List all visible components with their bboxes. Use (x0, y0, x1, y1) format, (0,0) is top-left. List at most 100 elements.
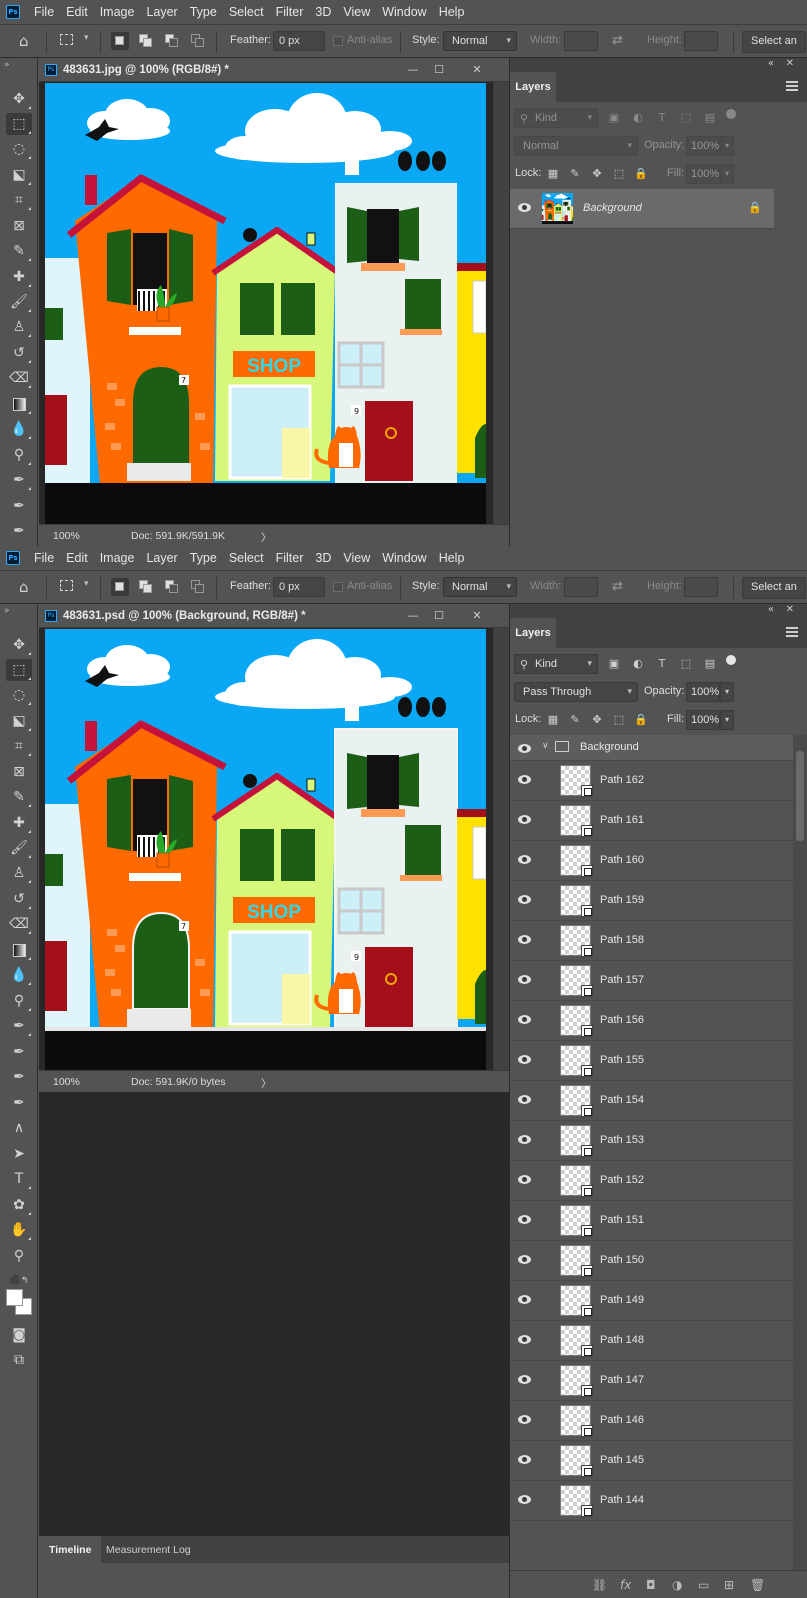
dodge-tool-icon[interactable]: ⚲ (6, 444, 32, 466)
pen-tool-icon[interactable]: ✒ (6, 469, 32, 491)
document-tab[interactable]: Ps 483631.psd @ 100% (Background, RGB/8#… (39, 604, 509, 628)
collapse-icon[interactable]: » (4, 606, 10, 616)
lock-all-icon[interactable]: 🔒 (634, 167, 648, 181)
layer-row[interactable]: Path 150 (510, 1241, 793, 1281)
lock-transparent-icon[interactable]: ▦ (546, 167, 560, 181)
menu-file[interactable]: File (34, 5, 54, 19)
menu-3d[interactable]: 3D (315, 551, 331, 565)
type-filter-icon[interactable]: T (654, 656, 670, 672)
link-layers-icon[interactable]: ⛓ (592, 1578, 607, 1592)
layer-row[interactable]: Path 144 (510, 1481, 793, 1521)
dodge-tool-icon[interactable]: ⚲ (6, 990, 32, 1012)
menu-3d[interactable]: 3D (315, 5, 331, 19)
collapse-icon[interactable]: » (4, 60, 10, 70)
layer-row[interactable]: Path 160 (510, 841, 793, 881)
menu-layer[interactable]: Layer (146, 551, 177, 565)
anti-alias-checkbox[interactable] (333, 582, 343, 592)
visibility-eye-icon[interactable] (518, 1335, 531, 1344)
hand-tool-icon[interactable]: ✋ (6, 1219, 32, 1241)
visibility-eye-icon[interactable] (518, 1495, 531, 1504)
eraser-tool-icon[interactable]: ⌫ (6, 913, 32, 935)
clone-stamp-tool-icon[interactable]: ♙ (6, 862, 32, 884)
layer-row[interactable]: Path 155 (510, 1041, 793, 1081)
filter-toggle-icon[interactable] (726, 655, 736, 665)
pixel-filter-icon[interactable]: ▣ (606, 110, 622, 126)
lock-position-icon[interactable]: ✥ (590, 713, 604, 727)
smart-object-filter-icon[interactable]: ▤ (702, 110, 718, 126)
feather-input[interactable]: 0 px (273, 31, 325, 51)
menu-select[interactable]: Select (229, 551, 264, 565)
menu-edit[interactable]: Edit (66, 551, 88, 565)
lock-all-icon[interactable]: 🔒 (634, 713, 648, 727)
layer-row[interactable]: Path 153 (510, 1121, 793, 1161)
chevron-down-icon[interactable]: ∨ (542, 741, 549, 751)
menu-image[interactable]: Image (100, 5, 135, 19)
layer-row[interactable]: Path 145 (510, 1441, 793, 1481)
visibility-eye-icon[interactable] (518, 815, 531, 824)
delete-anchor-point-tool-icon[interactable]: ✒ (6, 1092, 32, 1114)
object-selection-tool-icon[interactable]: ⬕ (6, 710, 32, 732)
anti-alias-checkbox[interactable] (333, 36, 343, 46)
visibility-eye-icon[interactable] (518, 1455, 531, 1464)
intersect-selection-icon[interactable] (189, 578, 207, 596)
visibility-eye-icon[interactable] (518, 1175, 531, 1184)
visibility-eye-icon[interactable] (518, 1055, 531, 1064)
blur-tool-icon[interactable]: 💧 (6, 418, 32, 440)
visibility-eye-icon[interactable] (518, 744, 531, 753)
eraser-tool-icon[interactable]: ⌫ (6, 367, 32, 389)
add-anchor-point-tool-icon[interactable]: ✒ (6, 520, 32, 542)
menu-file[interactable]: File (34, 551, 54, 565)
foreground-color-swatch[interactable] (6, 1289, 23, 1306)
swap-icon[interactable]: ⇄ (612, 33, 623, 48)
kind-filter-select[interactable]: ⚲ Kind ▾ (514, 108, 598, 128)
freeform-pen-tool-icon[interactable]: ✒ (6, 495, 32, 517)
blur-tool-icon[interactable]: 💧 (6, 964, 32, 986)
chevron-down-icon[interactable]: ▾ (720, 164, 734, 184)
eyedropper-tool-icon[interactable]: ✎ (6, 786, 32, 808)
panel-menu-icon[interactable] (786, 627, 798, 639)
menu-view[interactable]: View (343, 551, 370, 565)
adjustment-filter-icon[interactable]: ◐ (630, 656, 646, 672)
width-input[interactable] (564, 577, 598, 597)
chevron-right-icon[interactable]: 〉 (261, 530, 272, 545)
gradient-tool-icon[interactable] (6, 393, 32, 415)
subtract-from-selection-icon[interactable] (163, 578, 181, 596)
chevron-down-icon[interactable]: ▾ (720, 136, 734, 156)
menu-filter[interactable]: Filter (276, 5, 304, 19)
layer-row[interactable]: Path 154 (510, 1081, 793, 1121)
select-and-mask-button[interactable]: Select an (742, 577, 806, 599)
opacity-input[interactable]: 100% (686, 682, 720, 702)
layer-row[interactable]: Path 158 (510, 921, 793, 961)
visibility-eye-icon[interactable] (518, 1415, 531, 1424)
shape-filter-icon[interactable]: ⬚ (678, 656, 694, 672)
chevron-down-icon[interactable]: ▾ (84, 33, 89, 43)
path-selection-tool-icon[interactable]: ➤ (6, 1143, 32, 1165)
visibility-eye-icon[interactable] (518, 1215, 531, 1224)
frame-tool-icon[interactable]: ⊠ (6, 761, 32, 783)
layer-row[interactable]: Path 161 (510, 801, 793, 841)
collapse-panels-icon[interactable]: « (768, 604, 774, 615)
layer-row[interactable]: Path 147 (510, 1361, 793, 1401)
type-tool-icon[interactable]: T (6, 1168, 32, 1190)
layer-row-background[interactable]: 7 SHOP 9 Background 🔒 (510, 189, 774, 229)
move-tool-icon[interactable]: ✥ (6, 88, 32, 110)
chevron-right-icon[interactable]: 〉 (261, 1076, 272, 1091)
feather-input[interactable]: 0 px (273, 577, 325, 597)
menu-type[interactable]: Type (190, 551, 217, 565)
visibility-eye-icon[interactable] (518, 1375, 531, 1384)
fill-input[interactable]: 100% (686, 710, 720, 730)
canvas[interactable]: 7 SHOP 9 (45, 629, 486, 1070)
style-select[interactable]: Normal ▾ (443, 577, 517, 597)
visibility-eye-icon[interactable] (518, 203, 531, 212)
opacity-input[interactable]: 100% (686, 136, 720, 156)
home-icon[interactable]: ⌂ (19, 33, 35, 49)
move-tool-icon[interactable]: ✥ (6, 634, 32, 656)
blend-mode-select[interactable]: Pass Through ▾ (514, 682, 638, 702)
crop-tool-icon[interactable]: ⌗ (6, 735, 32, 757)
layer-row[interactable]: Path 148 (510, 1321, 793, 1361)
freeform-pen-tool-icon[interactable]: ✒ (6, 1041, 32, 1063)
canvas[interactable]: 7 SHOP 9 (45, 83, 486, 524)
vertical-scrollbar[interactable] (493, 628, 509, 1070)
height-input[interactable] (684, 577, 718, 597)
collapse-panels-icon[interactable]: « (768, 58, 774, 69)
